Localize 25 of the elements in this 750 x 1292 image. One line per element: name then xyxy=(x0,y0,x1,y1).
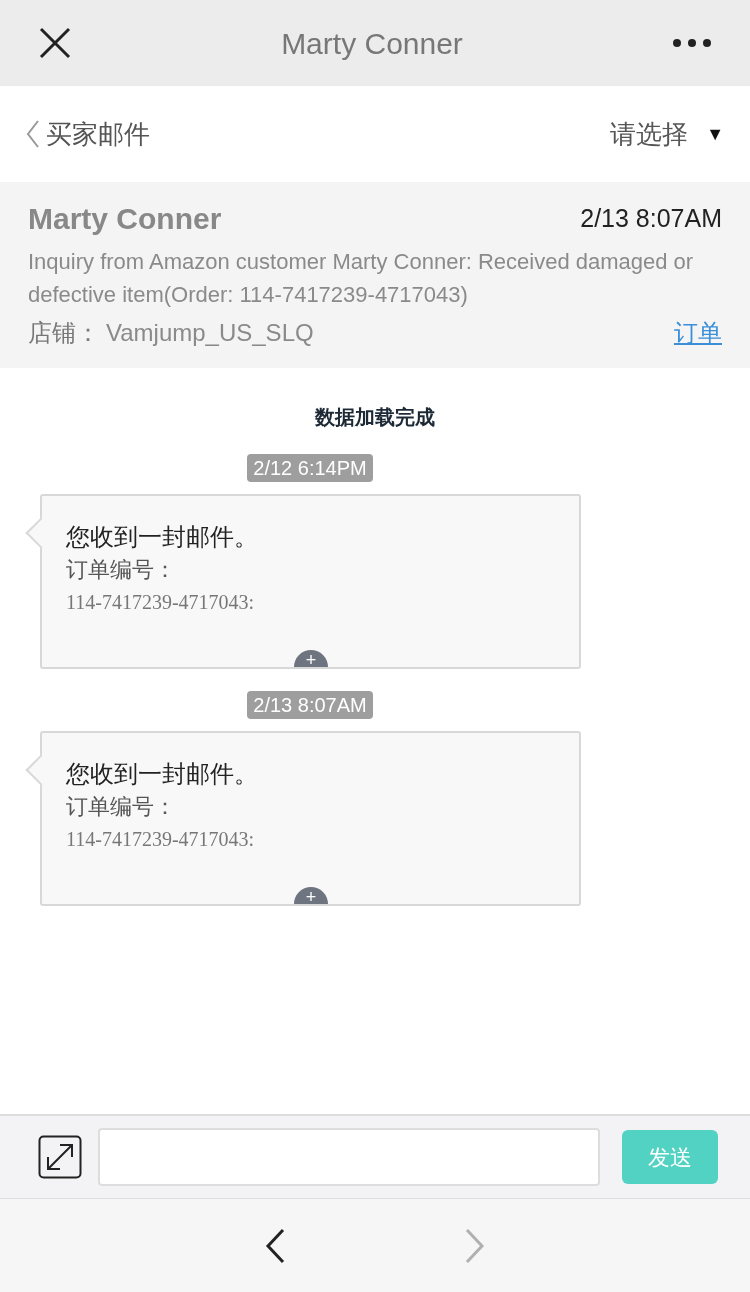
customer-name: Marty Conner xyxy=(28,201,222,237)
message-line: 114-7417239-4717043: xyxy=(66,590,256,615)
time-chip: 2/13 8:07AM xyxy=(247,691,373,719)
message-input[interactable] xyxy=(98,1128,600,1186)
window-title: Marty Conner xyxy=(281,25,463,62)
message-line: 您收到一封邮件。 xyxy=(66,522,259,552)
status-text: 数据加载完成 xyxy=(315,405,435,430)
message-line: 您收到一封邮件。 xyxy=(66,759,259,789)
expand-button[interactable]: + xyxy=(294,650,328,667)
filter-dropdown[interactable]: 请选择 ▼ xyxy=(610,114,724,154)
more-icon[interactable] xyxy=(672,38,712,48)
expand-button[interactable]: + xyxy=(294,887,328,904)
time-chip: 2/12 6:14PM xyxy=(247,454,373,482)
expand-icon[interactable] xyxy=(38,1135,82,1179)
chevron-left-icon xyxy=(26,119,40,149)
message-line: 订单编号： xyxy=(66,793,177,821)
order-link[interactable]: 订单 xyxy=(674,315,722,351)
message-line: 订单编号： xyxy=(66,556,177,584)
timestamp: 2/13 8:07AM xyxy=(580,202,722,234)
message-line: 114-7417239-4717043: xyxy=(66,827,256,852)
close-icon[interactable] xyxy=(38,26,72,60)
store-label: 店铺： xyxy=(28,318,100,348)
back-link[interactable]: 买家邮件 xyxy=(26,114,150,154)
subject-text: Inquiry from Amazon customer Marty Conner: Received damaged or defective item(Order: 114-7417239-4717043) xyxy=(28,248,695,309)
store-name: Vamjump_US_SLQ xyxy=(106,318,314,348)
